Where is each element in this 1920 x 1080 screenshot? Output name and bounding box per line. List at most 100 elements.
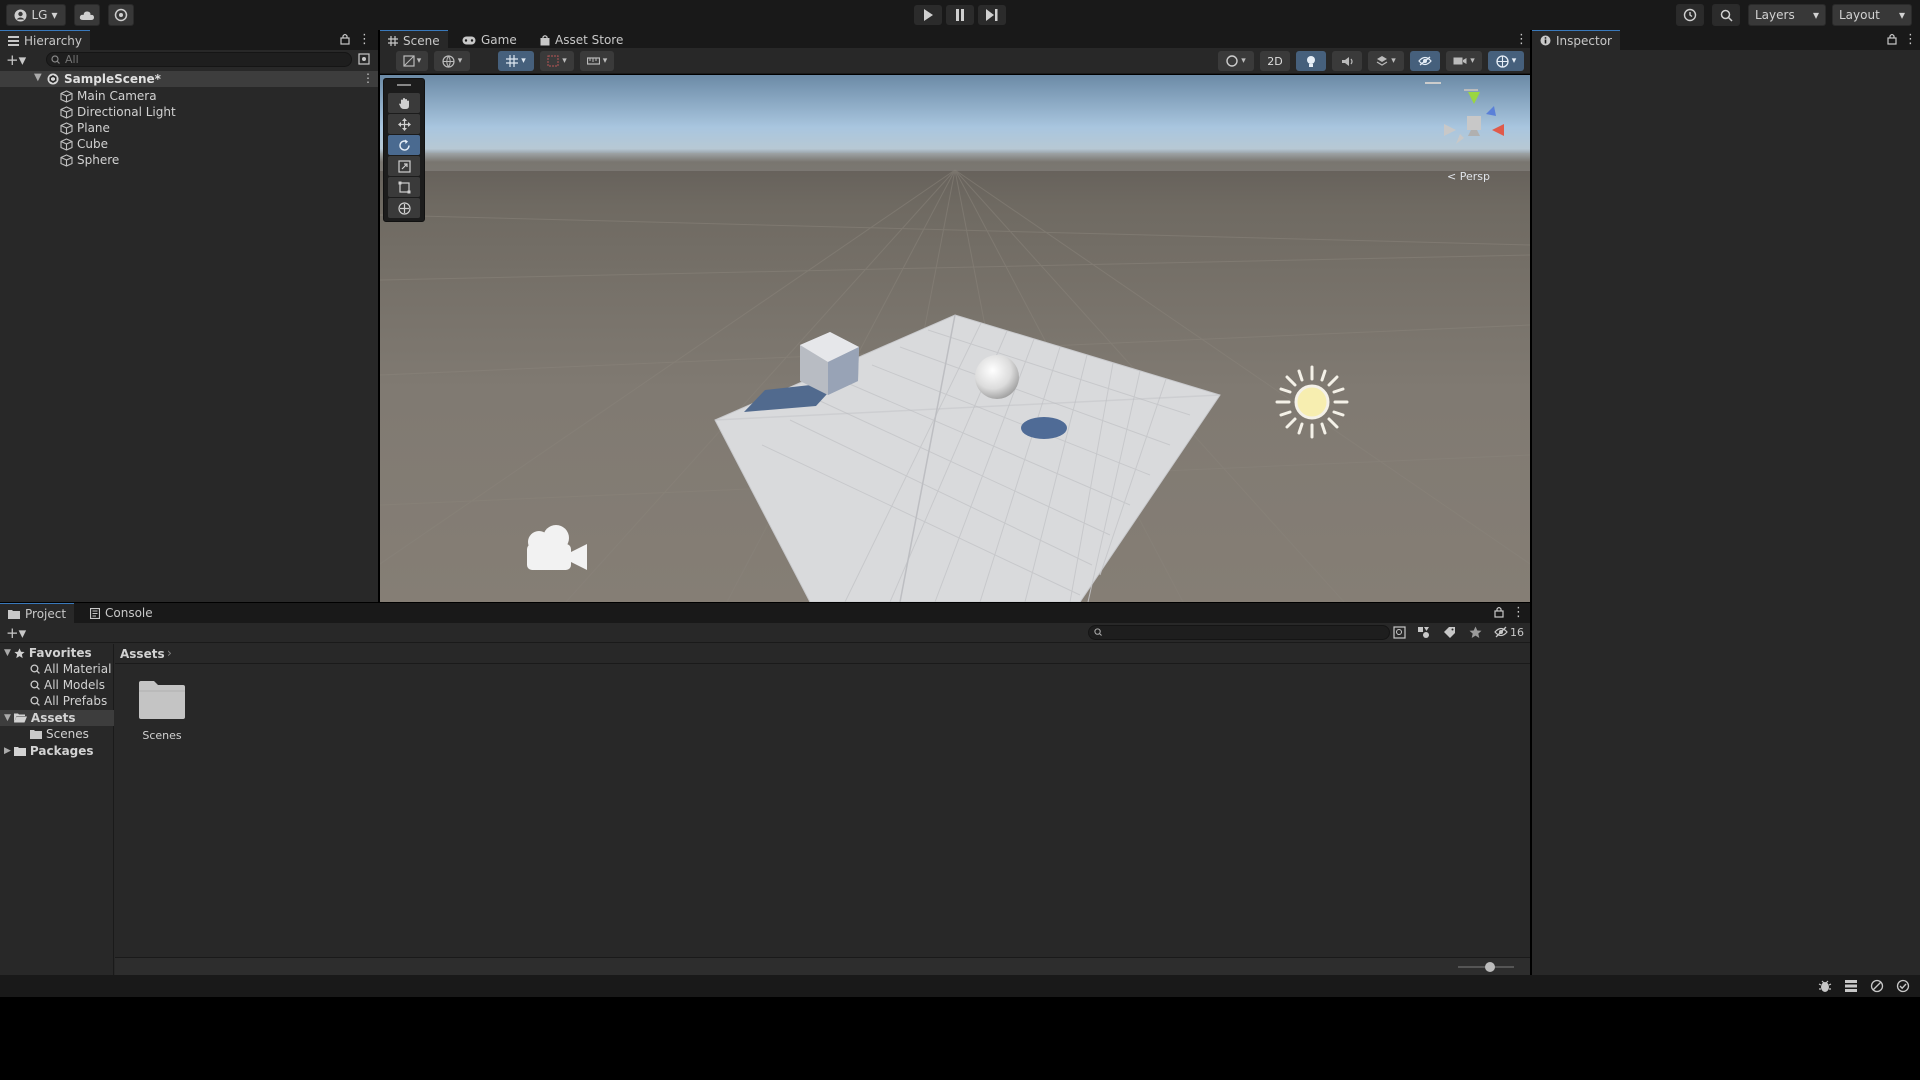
scene-visibility-icon[interactable] <box>358 53 370 65</box>
gizmos-dropdown[interactable]: ▾ <box>1488 51 1524 71</box>
hierarchy-search-input[interactable] <box>46 52 352 67</box>
layers-icon <box>1376 55 1388 67</box>
hierarchy-item[interactable]: Main Camera <box>0 88 378 104</box>
tab-project[interactable]: Project <box>0 603 75 623</box>
lock-icon[interactable] <box>1887 33 1897 45</box>
tab-label: Console <box>105 606 153 620</box>
transform-tool-button[interactable] <box>388 198 420 218</box>
collab-button[interactable] <box>108 4 134 26</box>
plus-icon[interactable]: +▾ <box>6 624 26 642</box>
hierarchy-tabbar: Hierarchy ⋮ <box>0 30 378 50</box>
console-icon <box>90 607 100 619</box>
step-button[interactable] <box>978 5 1006 25</box>
pause-button[interactable] <box>946 5 974 25</box>
chevron-down-icon[interactable]: ▼ <box>34 72 42 83</box>
search-icon <box>1720 9 1733 22</box>
favorites-header[interactable]: ▼ Favorites <box>0 645 114 661</box>
label-tag-icon[interactable] <box>1443 626 1456 639</box>
kebab-menu-icon[interactable]: ⋮ <box>1904 32 1917 47</box>
snap-increment-dropdown[interactable]: ▾ <box>540 51 574 71</box>
grid-snapping-toggle[interactable]: ▾ <box>498 51 534 71</box>
favorites-item[interactable]: All Prefabs <box>30 693 107 709</box>
scale-tool-button[interactable] <box>388 156 420 176</box>
draw-mode-dropdown[interactable]: ▾ <box>396 51 428 71</box>
kebab-menu-icon[interactable]: ⋮ <box>1512 605 1525 620</box>
kebab-menu-icon[interactable]: ⋮ <box>362 71 374 85</box>
audio-toggle[interactable] <box>1332 51 1362 71</box>
step-icon <box>986 9 998 21</box>
layout-dropdown[interactable]: Layout ▾ <box>1832 4 1912 26</box>
tab-inspector[interactable]: Inspector <box>1532 30 1620 50</box>
project-search-input[interactable] <box>1088 625 1390 640</box>
account-label: LG <box>31 8 48 22</box>
hierarchy-item[interactable]: Sphere <box>0 152 378 168</box>
camera-settings-dropdown[interactable]: ▾ <box>1446 51 1482 71</box>
shading-mode-dropdown[interactable]: ▾ <box>1218 51 1254 71</box>
progress-stack-icon[interactable] <box>1844 979 1858 993</box>
ruler-dropdown[interactable]: ▾ <box>580 51 614 71</box>
hierarchy-item-label: Cube <box>77 137 108 151</box>
view-tool-button[interactable] <box>388 93 420 113</box>
check-circle-icon[interactable] <box>1896 979 1910 993</box>
hidden-packages-icon[interactable] <box>1494 626 1508 638</box>
scene-row[interactable]: ▼ SampleScene* ⋮ <box>0 71 378 87</box>
gizmo-icon <box>1496 54 1509 68</box>
hierarchy-item[interactable]: Directional Light <box>0 104 378 120</box>
scene-viewport[interactable]: < Persp <box>380 75 1530 602</box>
lighting-toggle[interactable] <box>1296 51 1326 71</box>
auto-generate-lighting-icon[interactable] <box>1870 979 1884 993</box>
debug-mode-icon[interactable] <box>1818 979 1832 993</box>
scale-icon <box>397 159 411 173</box>
icon-size-slider-thumb[interactable] <box>1485 962 1495 972</box>
tab-hierarchy[interactable]: Hierarchy <box>0 30 91 50</box>
filter-type-icon[interactable] <box>1417 626 1430 639</box>
hidden-objects-toggle[interactable] <box>1410 51 1440 71</box>
cloud-button[interactable] <box>74 4 100 26</box>
tab-console[interactable]: Console <box>82 603 161 623</box>
account-dropdown[interactable]: LG ▾ <box>6 4 66 26</box>
inspector-tabbar: Inspector ⋮ <box>1532 30 1920 50</box>
tab-game[interactable]: Game <box>454 30 525 50</box>
folder-icon <box>137 679 187 721</box>
scenes-folder-item[interactable]: Scenes <box>30 726 89 742</box>
2d-toggle-button[interactable]: 2D <box>1260 51 1290 71</box>
breadcrumb-assets[interactable]: Assets <box>120 647 165 661</box>
chevron-right-icon[interactable]: ▶ <box>4 746 11 756</box>
overlay-drag-handle[interactable] <box>397 84 411 86</box>
globe-icon <box>442 54 455 68</box>
hierarchy-item[interactable]: Cube <box>0 136 378 152</box>
tab-scene[interactable]: Scene <box>380 30 448 50</box>
camera-gizmo-icon[interactable] <box>521 524 591 576</box>
favorites-item[interactable]: All Materials <box>30 661 112 677</box>
search-button[interactable] <box>1712 4 1740 26</box>
kebab-menu-icon[interactable]: ⋮ <box>358 32 371 47</box>
layers-dropdown[interactable]: Layers ▾ <box>1748 4 1826 26</box>
search-by-type-icon[interactable] <box>1393 626 1406 639</box>
assets-folder-item[interactable]: ▼ Assets <box>0 710 114 726</box>
view-options-dropdown[interactable]: ▾ <box>434 51 470 71</box>
rotate-tool-button[interactable] <box>388 135 420 155</box>
move-tool-button[interactable] <box>388 114 420 134</box>
lock-icon[interactable] <box>1494 606 1504 618</box>
overlay-handle[interactable] <box>1425 82 1441 84</box>
chevron-down-icon: ▾ <box>1898 8 1905 22</box>
undo-history-button[interactable] <box>1676 4 1704 26</box>
packages-folder-item[interactable]: ▶ Packages <box>0 743 114 759</box>
orientation-gizmo[interactable] <box>1434 80 1524 160</box>
hierarchy-item[interactable]: Plane <box>0 120 378 136</box>
favorites-label: Favorites <box>28 646 92 660</box>
play-button[interactable] <box>914 5 942 25</box>
favorites-item[interactable]: All Models <box>30 677 105 693</box>
grid-item-scenes[interactable]: Scenes <box>127 671 197 742</box>
directional-light-gizmo-icon[interactable] <box>1275 365 1349 439</box>
effects-dropdown[interactable]: ▾ <box>1368 51 1404 71</box>
perspective-label[interactable]: < Persp <box>1447 170 1490 183</box>
search-icon <box>30 696 40 706</box>
plus-icon[interactable]: +▾ <box>6 51 26 69</box>
rect-tool-button[interactable] <box>388 177 420 197</box>
tab-asset-store[interactable]: Asset Store <box>532 30 631 50</box>
kebab-menu-icon[interactable]: ⋮ <box>1515 32 1528 47</box>
star-icon[interactable] <box>1469 626 1482 639</box>
lock-icon[interactable] <box>340 33 350 45</box>
chevron-down-icon: ▼ <box>4 648 11 658</box>
